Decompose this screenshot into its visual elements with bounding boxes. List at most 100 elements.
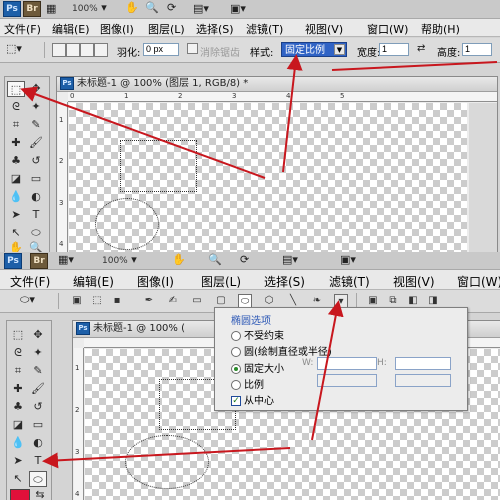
radio-circle[interactable] <box>231 347 241 357</box>
option-circle[interactable]: 圆(绘制直径或半径) <box>231 343 332 358</box>
move-tool-icon[interactable]: ✥ <box>27 81 45 97</box>
foreground-color-swatch[interactable] <box>10 489 30 500</box>
path-selection-tool-icon[interactable]: ➤ <box>9 453 27 469</box>
create-new-shape-layer-button[interactable]: ▣ <box>366 294 380 308</box>
eraser-tool-icon[interactable]: ◪ <box>9 417 27 433</box>
shape-layers-button[interactable]: ▣ <box>70 294 84 308</box>
menu-select[interactable]: 选择(S) <box>196 21 234 37</box>
freeform-pen-tool-icon[interactable]: ✍ <box>166 294 180 308</box>
tool-preset-picker[interactable]: ⬚▾ <box>6 42 22 56</box>
rounded-rectangle-tool-icon[interactable]: ▢ <box>214 294 228 308</box>
swap-dimensions-icon[interactable]: ⇄ <box>417 42 425 56</box>
view-extras-icon[interactable]: ▦ <box>46 2 56 16</box>
menu-layer[interactable]: 图层(L) <box>148 21 185 37</box>
path-selection-tool-icon[interactable]: ➤ <box>7 207 25 223</box>
arrange-documents-icon[interactable]: ▤▾ <box>282 253 298 267</box>
option-fixed-size[interactable]: 固定大小 <box>231 360 284 375</box>
swap-colors-icon[interactable]: ⇆ <box>31 487 49 500</box>
radio-proportional[interactable] <box>231 380 241 390</box>
eraser-tool-icon[interactable]: ◪ <box>7 171 25 187</box>
rotate-view-icon[interactable]: ⟳ <box>240 253 249 267</box>
option-proportional[interactable]: 比例 <box>231 376 264 391</box>
intersect-selection-button[interactable] <box>94 43 108 57</box>
polygon-tool-icon[interactable]: ⬡ <box>262 294 276 308</box>
menu-select[interactable]: 选择(S) <box>264 273 305 290</box>
style-dropdown[interactable]: 固定比例 ▼ <box>281 42 347 57</box>
blur-tool-icon[interactable]: 💧 <box>9 435 27 451</box>
fixed-height-input[interactable] <box>395 357 451 370</box>
ellipse-shape-tool-icon[interactable]: ⬭ <box>29 471 47 487</box>
hand-tool-icon[interactable]: ✋ <box>125 1 139 15</box>
menu-view[interactable]: 视图(V) <box>393 273 435 290</box>
rectangle-tool-icon[interactable]: ▭ <box>190 294 204 308</box>
radio-fixed-size[interactable] <box>231 364 241 374</box>
eyedropper-tool-icon[interactable]: ✎ <box>27 117 45 133</box>
menu-image[interactable]: 图像(I) <box>137 273 174 290</box>
menu-layer[interactable]: 图层(L) <box>201 273 241 290</box>
paths-button[interactable]: ⬚ <box>90 294 104 308</box>
zoom-tool-small-icon[interactable]: 🔍 <box>27 240 45 252</box>
dodge-tool-icon[interactable]: ◐ <box>29 435 47 451</box>
hand-tool-small-icon[interactable]: ✋ <box>7 240 25 252</box>
radio-unconstrained[interactable] <box>231 331 241 341</box>
menu-filter[interactable]: 滤镜(T) <box>246 21 283 37</box>
screen-mode-icon[interactable]: ▣▾ <box>340 253 356 267</box>
pen-tool-icon[interactable]: ✒ <box>142 294 156 308</box>
width-input[interactable] <box>379 43 409 56</box>
bridge-button[interactable]: Br <box>30 253 48 269</box>
feather-input[interactable] <box>143 43 179 56</box>
option-unconstrained[interactable]: 不受约束 <box>231 327 284 342</box>
view-extras-icon[interactable]: ▦▾ <box>58 253 74 267</box>
option-from-center[interactable]: ✓ 从中心 <box>231 392 274 407</box>
clone-stamp-tool-icon[interactable]: ♣ <box>7 153 25 169</box>
screen-mode-icon[interactable]: ▣▾ <box>230 2 246 16</box>
zoom-level-dropdown[interactable]: 100% ▾ <box>72 1 107 16</box>
line-tool-icon[interactable]: ╲ <box>286 294 300 308</box>
checkbox-from-center[interactable]: ✓ <box>231 396 241 406</box>
antialias-checkbox[interactable] <box>187 43 198 54</box>
subtract-from-selection-button[interactable] <box>80 43 94 57</box>
rectangular-marquee-tool-icon[interactable]: ⬚ <box>7 81 25 97</box>
scrollbar-area[interactable] <box>469 103 497 252</box>
menu-edit[interactable]: 编辑(E) <box>52 21 90 37</box>
crop-tool-icon[interactable]: ⌗ <box>9 363 27 379</box>
canvas[interactable] <box>69 103 467 252</box>
zoom-level-dropdown[interactable]: 100% ▾ <box>102 253 137 268</box>
magic-wand-tool-icon[interactable]: ✦ <box>29 345 47 361</box>
clone-stamp-tool-icon[interactable]: ♣ <box>9 399 27 415</box>
rectangular-marquee-tool-icon[interactable]: ⬚ <box>9 327 27 343</box>
blur-tool-icon[interactable]: 💧 <box>7 189 25 205</box>
history-brush-tool-icon[interactable]: ↺ <box>27 153 45 169</box>
hand-tool-icon[interactable]: ✋ <box>172 253 186 267</box>
zoom-tool-icon[interactable]: 🔍 <box>208 253 222 267</box>
direct-selection-tool-icon[interactable]: ↖ <box>9 471 27 487</box>
zoom-tool-icon[interactable]: 🔍 <box>145 1 159 15</box>
menu-view[interactable]: 视图(V) <box>305 21 343 37</box>
intersect-shape-areas-button[interactable]: ◨ <box>426 294 440 308</box>
lasso-tool-icon[interactable]: ᘓ <box>7 99 25 115</box>
custom-shape-tool-icon[interactable]: ❧ <box>310 294 324 308</box>
arrange-documents-icon[interactable]: ▤▾ <box>193 2 209 16</box>
menu-filter[interactable]: 滤镜(T) <box>329 273 370 290</box>
menu-file[interactable]: 文件(F) <box>10 273 50 290</box>
menu-window[interactable]: 窗口(W) <box>367 21 408 37</box>
healing-brush-tool-icon[interactable]: ✚ <box>9 381 27 397</box>
rotate-view-icon[interactable]: ⟳ <box>167 1 176 15</box>
healing-brush-tool-icon[interactable]: ✚ <box>7 135 25 151</box>
type-tool-icon[interactable]: T <box>27 207 45 223</box>
type-tool-icon[interactable]: T <box>29 453 47 469</box>
add-to-selection-button[interactable] <box>66 43 80 57</box>
history-brush-tool-icon[interactable]: ↺ <box>29 399 47 415</box>
menu-edit[interactable]: 编辑(E) <box>73 273 114 290</box>
bridge-button[interactable]: Br <box>23 1 41 17</box>
eyedropper-tool-icon[interactable]: ✎ <box>29 363 47 379</box>
gradient-tool-icon[interactable]: ▭ <box>29 417 47 433</box>
document-tab[interactable]: Ps 未标题-1 @ 100% (图层 1, RGB/8) * <box>57 77 497 92</box>
move-tool-icon[interactable]: ✥ <box>29 327 47 343</box>
direct-selection-tool-icon[interactable]: ↖ <box>7 225 25 241</box>
ellipse-shape-tool-icon[interactable]: ⬭ <box>27 225 45 241</box>
fill-pixels-button[interactable]: ▪ <box>110 294 124 308</box>
subtract-from-shape-area-button[interactable]: ◧ <box>406 294 420 308</box>
lasso-tool-icon[interactable]: ᘓ <box>9 345 27 361</box>
menu-image[interactable]: 图像(I) <box>100 21 134 37</box>
